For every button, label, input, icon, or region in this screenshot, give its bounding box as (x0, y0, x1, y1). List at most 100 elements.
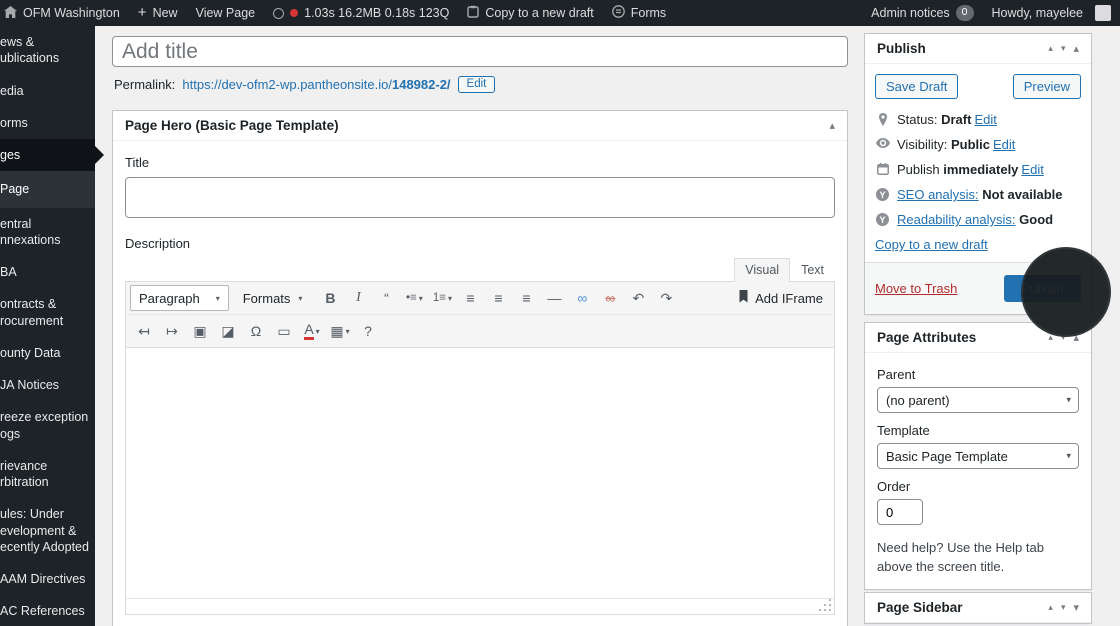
page-hero-header[interactable]: Page Hero (Basic Page Template) ▴ (113, 111, 847, 141)
paste-as-text-button[interactable]: ▣ (187, 318, 213, 344)
move-up-icon[interactable]: ▴ (1048, 332, 1053, 343)
italic-button[interactable]: I (345, 285, 371, 311)
sidebar-item-county-data[interactable]: ounty Data (0, 337, 95, 369)
sidebar-item-forms[interactable]: orms (0, 107, 95, 139)
numbered-list-button[interactable]: 1≡ ▾ (429, 285, 455, 311)
publish-header[interactable]: Publish ▴ ▾ ▴ (865, 34, 1091, 64)
sidebar-item-contracts-procurement[interactable]: ontracts & rocurement (0, 288, 95, 337)
table-button[interactable]: ▦ ▾ (327, 318, 353, 344)
site-name-menu-item[interactable]: OFM Washington (0, 0, 129, 26)
copy-to-new-draft-link[interactable]: Copy to a new draft (875, 237, 988, 252)
help-button[interactable]: ? (355, 318, 381, 344)
move-to-trash-link[interactable]: Move to Trash (875, 281, 957, 296)
clipboard-icon (467, 5, 480, 21)
align-center-icon: ≡ (494, 290, 503, 306)
seo-analysis-link[interactable]: SEO analysis: (897, 187, 979, 202)
page-attributes-header[interactable]: Page Attributes ▴ ▾ ▴ (865, 323, 1091, 353)
resize-handle-icon[interactable] (818, 599, 831, 612)
sidebar-item-freeze-exception-logs[interactable]: reeze exception ogs (0, 401, 95, 450)
align-left-button[interactable]: ≡ (457, 285, 483, 311)
permalink-link[interactable]: https://dev-ofm2-wp.pantheonsite.io/1489… (182, 77, 450, 92)
formats-select[interactable]: Formats ▾ (234, 285, 312, 311)
admin-notices-menu-item[interactable]: Admin notices 0 (867, 0, 982, 26)
sidebar-item-cja-notices[interactable]: JA Notices (0, 369, 95, 401)
paragraph-select[interactable]: Paragraph ▾ (130, 285, 229, 311)
align-center-button[interactable]: ≡ (485, 285, 511, 311)
special-character-button[interactable]: Ω (243, 318, 269, 344)
schedule-row: Publish immediately Edit (875, 157, 1081, 182)
view-page-menu-item[interactable]: View Page (187, 0, 265, 26)
hero-collapse-icon[interactable]: ▴ (829, 119, 835, 132)
horizontal-rule-button[interactable]: — (541, 285, 567, 311)
outdent-button[interactable]: ↤ (131, 318, 157, 344)
publish-collapse-icon[interactable]: ▴ (1073, 42, 1079, 55)
undo-button[interactable]: ↶ (625, 285, 651, 311)
template-select[interactable]: Basic Page Template ▾ (877, 443, 1079, 469)
move-up-icon[interactable]: ▴ (1048, 602, 1053, 613)
edit-status-link[interactable]: Edit (974, 112, 996, 127)
parent-select[interactable]: (no parent) ▾ (877, 387, 1079, 413)
template-select-value: Basic Page Template (886, 448, 1008, 464)
page-sidebar-header[interactable]: Page Sidebar ▴ ▾ ▾ (865, 593, 1091, 623)
move-down-icon[interactable]: ▾ (1061, 43, 1066, 54)
tab-text[interactable]: Text (790, 258, 835, 282)
horizontal-rule-icon: — (547, 290, 562, 306)
sidebar-item-cba[interactable]: BA (0, 256, 95, 288)
move-down-icon[interactable]: ▾ (1061, 332, 1066, 343)
sidebar-subitem-page[interactable]: Page (0, 174, 95, 204)
editor-canvas[interactable] (126, 348, 834, 598)
page-title-input[interactable] (112, 36, 848, 67)
sidebar-item-central-annexations[interactable]: entral nnexations (0, 208, 95, 257)
attributes-collapse-icon[interactable]: ▴ (1073, 331, 1079, 344)
publish-button[interactable]: Publish (1004, 275, 1081, 302)
insert-link-button[interactable]: ∞ (569, 285, 595, 311)
publish-time-label: Publish (897, 162, 940, 177)
order-input[interactable] (877, 499, 923, 525)
hero-description-label: Description (125, 236, 191, 251)
indent-button[interactable]: ↦ (159, 318, 185, 344)
sidebar-item-label: entral nnexations (0, 216, 61, 247)
sidebar-item-grievance-arbitration[interactable]: rievance rbitration (0, 450, 95, 499)
hero-title-input[interactable] (125, 177, 835, 218)
formats-select-value: Formats (242, 290, 291, 306)
new-content-menu-item[interactable]: + New (129, 0, 187, 26)
edit-schedule-link[interactable]: Edit (1021, 162, 1043, 177)
view-page-label: View Page (195, 6, 256, 20)
tab-visual[interactable]: Visual (734, 258, 791, 282)
copy-draft-label: Copy to a new draft (485, 6, 594, 20)
wysiwyg-editor: Paragraph ▾ Formats ▾ B I “ •≡ ▾ 1≡ ▾ ≡ ≡ ≡ … (125, 281, 835, 615)
read-more-icon: ▭ (277, 322, 291, 339)
edit-permalink-button[interactable]: Edit (457, 76, 496, 93)
save-draft-button[interactable]: Save Draft (875, 74, 959, 99)
admin-bar: OFM Washington + New View Page 1.03s 16.… (0, 0, 1120, 26)
text-color-button[interactable]: A ▾ (299, 318, 325, 344)
bold-button[interactable]: B (317, 285, 343, 311)
redo-button[interactable]: ↷ (653, 285, 679, 311)
sidebar-item-pages[interactable]: ges (0, 139, 104, 172)
visibility-value: Public (950, 137, 990, 152)
query-monitor-menu-item[interactable]: 1.03s 16.2MB 0.18s 123Q (264, 0, 458, 26)
sidebar-item-news-publications[interactable]: ews & ublications (0, 26, 95, 75)
forms-menu-item[interactable]: Forms (603, 0, 675, 26)
sidebar-item-saam-directives[interactable]: AAM Directives (0, 563, 95, 595)
add-iframe-button[interactable]: Add IFrame (738, 290, 830, 306)
chevron-down-icon: ▾ (1066, 450, 1071, 461)
readability-analysis-link[interactable]: Readability analysis: (897, 212, 1016, 227)
preview-button[interactable]: Preview (1012, 74, 1081, 99)
my-account-menu-item[interactable]: Howdy, mayelee (983, 0, 1120, 26)
read-more-button[interactable]: ▭ (271, 318, 297, 344)
move-up-icon[interactable]: ▴ (1048, 43, 1053, 54)
page-sidebar-collapse-icon[interactable]: ▾ (1073, 601, 1079, 614)
redo-icon: ↷ (660, 289, 673, 306)
clear-formatting-button[interactable]: ◪ (215, 318, 241, 344)
sidebar-item-wac-references[interactable]: AC References (0, 595, 95, 626)
remove-link-button[interactable]: ∞ (597, 285, 623, 311)
bullet-list-button[interactable]: •≡ ▾ (401, 285, 427, 311)
sidebar-item-media[interactable]: edia (0, 75, 95, 107)
sidebar-item-rules[interactable]: ules: Under evelopment & ecently Adopted (0, 498, 95, 563)
edit-visibility-link[interactable]: Edit (993, 137, 1015, 152)
blockquote-button[interactable]: “ (373, 285, 399, 311)
copy-to-new-draft-menu-item[interactable]: Copy to a new draft (458, 0, 602, 26)
align-right-button[interactable]: ≡ (513, 285, 539, 311)
move-down-icon[interactable]: ▾ (1061, 602, 1066, 613)
